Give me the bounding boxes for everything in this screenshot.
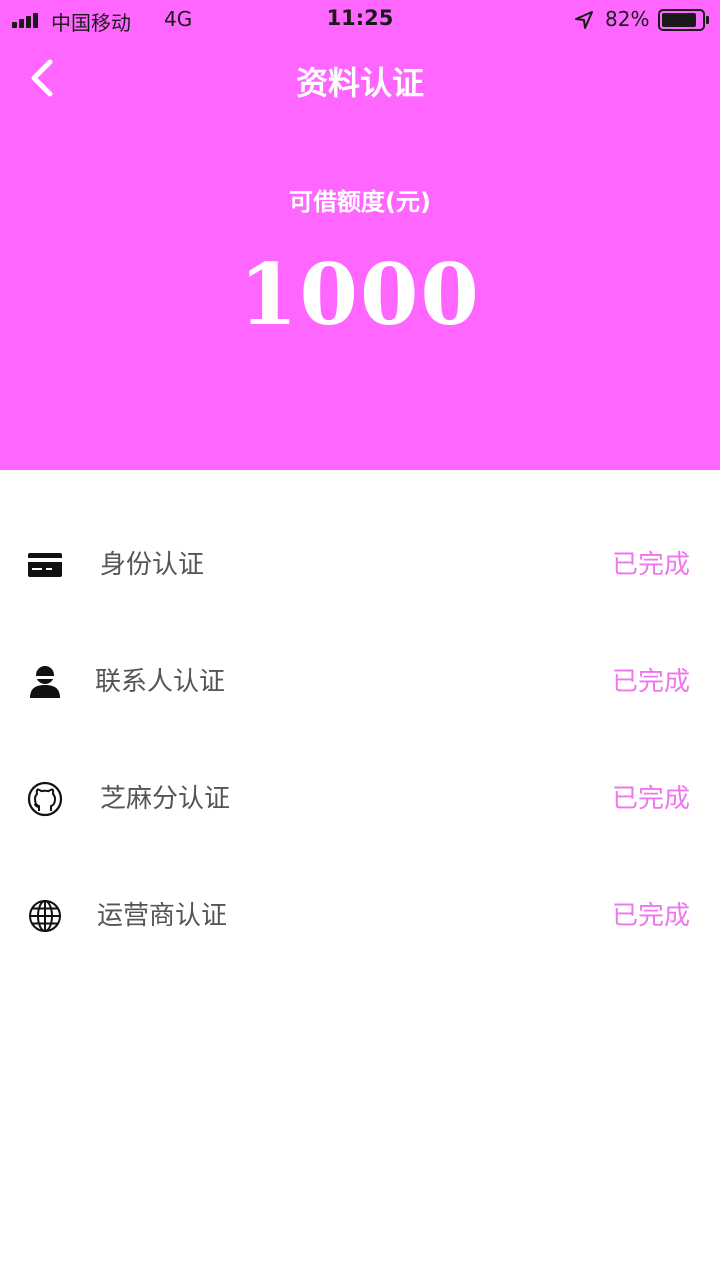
credit-limit-label: 可借额度(元)	[289, 188, 431, 216]
contact-person-icon	[30, 666, 60, 698]
verification-label: 身份认证	[100, 550, 205, 580]
github-cat-icon	[27, 781, 63, 817]
verification-status: 已完成	[611, 901, 690, 931]
credit-limit-amount: 1000	[239, 245, 481, 344]
verification-item-carrier[interactable]: 运营商认证 已完成	[0, 857, 720, 974]
chevron-left-icon	[31, 59, 53, 97]
verification-label: 联系人认证	[95, 667, 226, 697]
verification-list: 身份认证 已完成 联系人认证 已完成 芝麻分认证 已完成 运营商认证 已完成	[0, 506, 720, 974]
verification-item-contacts[interactable]: 联系人认证 已完成	[0, 623, 720, 740]
header-banner: 中国移动 4G 11:25 82% 资料认证 可借额度(元) 1000	[0, 0, 720, 470]
battery-percentage: 82%	[605, 7, 650, 31]
status-bar: 中国移动 4G 11:25 82%	[0, 0, 720, 40]
page-title: 资料认证	[295, 64, 424, 102]
verification-label: 运营商认证	[97, 901, 228, 931]
screen: 中国移动 4G 11:25 82% 资料认证 可借额度(元) 1000 身份认证…	[0, 0, 720, 1280]
verification-item-identity[interactable]: 身份认证 已完成	[0, 506, 720, 623]
id-card-icon	[28, 553, 62, 577]
verification-status: 已完成	[611, 667, 690, 697]
back-button[interactable]	[22, 56, 66, 100]
verification-item-sesame-credit[interactable]: 芝麻分认证 已完成	[0, 740, 720, 857]
globe-icon	[29, 900, 61, 932]
location-arrow-icon	[575, 11, 593, 29]
verification-status: 已完成	[611, 550, 690, 580]
battery-icon	[658, 9, 709, 31]
verification-status: 已完成	[611, 784, 690, 814]
verification-label: 芝麻分认证	[100, 784, 231, 814]
